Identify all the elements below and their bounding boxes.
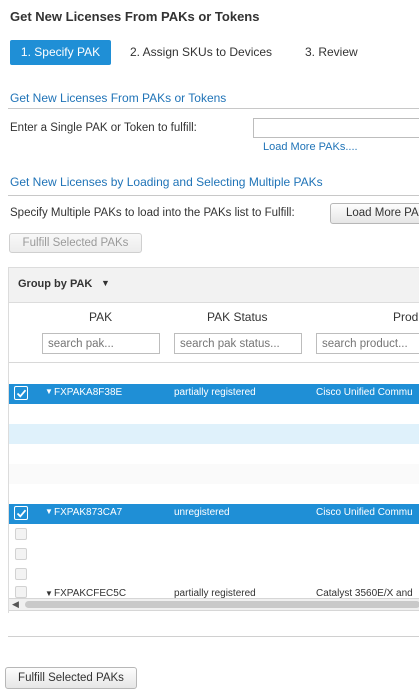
row-checkbox[interactable]: [14, 506, 28, 520]
fulfill-selected-paks-button[interactable]: Fulfill Selected PAKs: [5, 667, 137, 689]
divider: [8, 195, 419, 196]
check-icon: [16, 509, 27, 518]
row-checkbox[interactable]: [15, 568, 27, 580]
table-row[interactable]: ▼ FXPAK873CA7 unregistered Cisco Unified…: [9, 504, 419, 524]
step-review[interactable]: 3. Review: [305, 40, 358, 65]
table-row[interactable]: ▼ FXPAKA8F38E partially registered Cisco…: [9, 384, 419, 404]
pak-cell: FXPAKA8F38E: [54, 387, 123, 398]
pak-cell: FXPAKCFEC5C: [54, 588, 127, 598]
scroll-left-icon[interactable]: ◀: [12, 599, 19, 610]
pak-cell: FXPAK873CA7: [54, 507, 123, 518]
pak-status-cell: unregistered: [174, 507, 230, 518]
pak-status-cell: partially registered: [174, 387, 256, 398]
fulfill-selected-paks-button-top[interactable]: Fulfill Selected PAKs: [9, 233, 142, 253]
load-more-paks-link[interactable]: Load More PAKs....: [263, 141, 358, 153]
divider: [8, 108, 419, 109]
paks-grid: Group by PAK ▼ PAK PAK Status Prod ▼ FXP…: [8, 267, 419, 613]
table-row[interactable]: [9, 424, 419, 444]
divider: [8, 636, 419, 637]
table-row[interactable]: [9, 525, 419, 545]
check-icon: [16, 389, 27, 398]
table-row[interactable]: [9, 565, 419, 585]
column-header-pak[interactable]: PAK: [89, 310, 112, 324]
product-cell: Cisco Unified Commu: [316, 387, 413, 398]
step-specify-pak[interactable]: 1. Specify PAK: [10, 40, 111, 65]
wizard-steps: 1. Specify PAK 2. Assign SKUs to Devices…: [0, 40, 419, 66]
row-checkbox[interactable]: [15, 528, 27, 540]
column-header-product[interactable]: Prod: [393, 310, 418, 324]
row-checkbox[interactable]: [15, 548, 27, 560]
row-checkbox[interactable]: [15, 586, 27, 598]
table-row[interactable]: [9, 545, 419, 565]
product-cell: Catalyst 3560E/X and: [316, 588, 413, 598]
row-checkbox[interactable]: [14, 386, 28, 400]
horizontal-scrollbar[interactable]: ◀: [9, 598, 419, 611]
pak-status-cell: partially registered: [174, 588, 256, 598]
table-row[interactable]: [9, 464, 419, 484]
expand-caret-icon[interactable]: ▼: [45, 387, 53, 396]
search-pak-status-input[interactable]: [174, 333, 302, 354]
multiple-paks-prompt: Specify Multiple PAKs to load into the P…: [10, 207, 295, 219]
group-by-label: Group by PAK: [18, 278, 93, 290]
page-title: Get New Licenses From PAKs or Tokens: [10, 9, 260, 24]
single-pak-heading: Get New Licenses From PAKs or Tokens: [10, 91, 227, 105]
step-assign-skus[interactable]: 2. Assign SKUs to Devices: [130, 40, 272, 65]
column-header-pak-status[interactable]: PAK Status: [207, 310, 267, 324]
divider: [9, 362, 419, 363]
load-more-paks-button[interactable]: Load More PA: [330, 203, 419, 224]
table-row[interactable]: ▼ FXPAKCFEC5C partially registered Catal…: [9, 585, 419, 598]
single-pak-input[interactable]: [253, 118, 419, 138]
group-by-dropdown[interactable]: Group by PAK ▼: [9, 267, 419, 303]
multiple-paks-heading: Get New Licenses by Loading and Selectin…: [10, 175, 323, 189]
product-cell: Cisco Unified Commu: [316, 507, 413, 518]
expand-caret-icon[interactable]: ▼: [45, 507, 53, 516]
single-pak-prompt: Enter a Single PAK or Token to fulfill:: [10, 122, 197, 134]
scrollbar-thumb[interactable]: [25, 601, 419, 608]
expand-caret-icon[interactable]: ▼: [45, 589, 53, 598]
chevron-down-icon: ▼: [101, 278, 110, 288]
search-pak-input[interactable]: [42, 333, 160, 354]
search-product-input[interactable]: [316, 333, 419, 354]
